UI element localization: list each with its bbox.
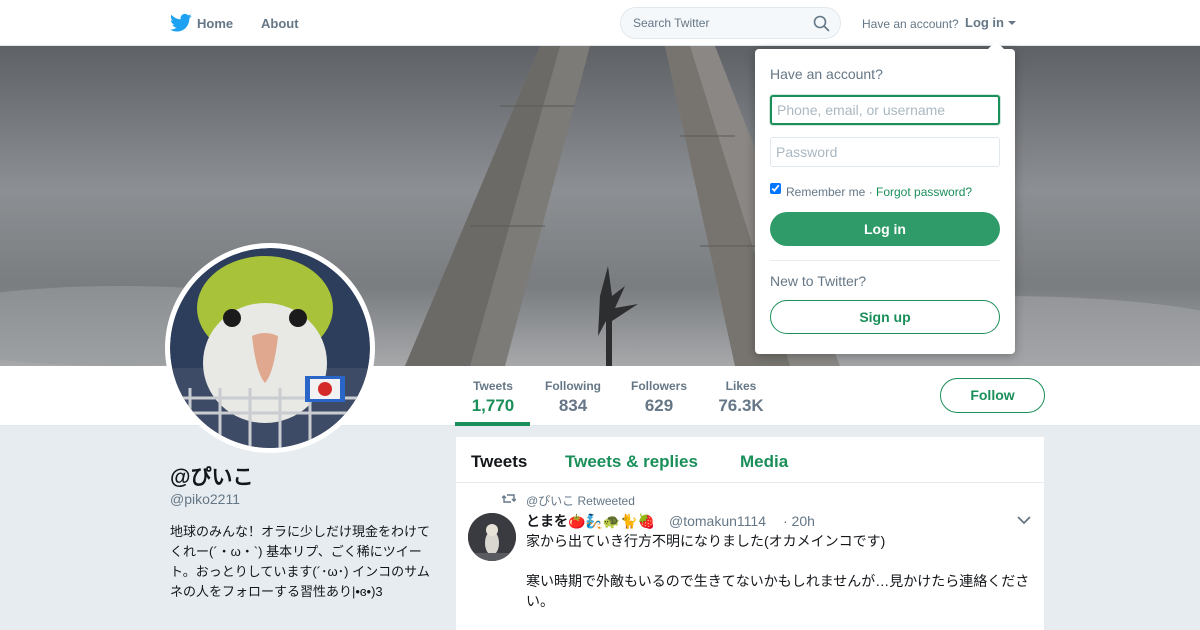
- stat-following[interactable]: Following 834: [544, 379, 602, 416]
- stat-label: Followers: [630, 379, 687, 393]
- stat-value: 1,770: [471, 396, 515, 415]
- nav-home-link[interactable]: Home: [197, 16, 233, 31]
- divider: [770, 260, 1000, 261]
- login-button[interactable]: Log in: [770, 212, 1000, 246]
- stat-value: 834: [558, 396, 588, 415]
- top-navigation: Home About Search Twitter Have an accoun…: [0, 0, 1200, 46]
- chevron-down-icon[interactable]: [1017, 516, 1031, 525]
- search-input[interactable]: Search Twitter: [620, 7, 841, 39]
- active-stat-underline: [455, 422, 530, 426]
- stat-value: 76.3K: [718, 396, 764, 415]
- dropdown-title: Have an account?: [770, 66, 883, 82]
- tab-tweets-replies[interactable]: Tweets & replies: [565, 452, 698, 472]
- tweet-text-line: 家から出ていき行方不明になりました(オカメインコです): [526, 533, 886, 549]
- stat-likes[interactable]: Likes 76.3K: [716, 379, 766, 416]
- stat-label: Tweets: [473, 379, 513, 393]
- stat-label: Likes: [725, 379, 757, 393]
- stat-tweets[interactable]: Tweets 1,770: [470, 379, 516, 416]
- stat-followers[interactable]: Followers 629: [629, 379, 689, 416]
- tweet-text: 家から出ていき行方不明になりました(オカメインコです) 寒い時期で外敵もいるので…: [526, 531, 1036, 611]
- forgot-password-link[interactable]: Forgot password?: [876, 185, 972, 199]
- stat-value: 629: [644, 396, 674, 415]
- remember-me-label[interactable]: Remember me ·: [786, 185, 873, 199]
- follow-button[interactable]: Follow: [940, 378, 1045, 413]
- tweet-timestamp[interactable]: · 20h: [783, 513, 815, 529]
- tab-media[interactable]: Media: [740, 452, 788, 472]
- remember-me-text: Remember me: [786, 185, 866, 199]
- profile-avatar[interactable]: [165, 243, 375, 453]
- new-to-twitter-text: New to Twitter?: [770, 273, 867, 289]
- tweet-avatar[interactable]: [468, 513, 516, 561]
- twitter-bird-icon[interactable]: [170, 13, 192, 33]
- password-field[interactable]: [770, 137, 1000, 167]
- retweeted-by-label[interactable]: @ぴいこ Retweeted: [526, 492, 635, 509]
- dropdown-arrow: [988, 41, 1004, 49]
- signup-button[interactable]: Sign up: [770, 300, 1000, 334]
- stat-label: Following: [545, 379, 601, 393]
- nav-login-link[interactable]: Log in: [965, 15, 1004, 30]
- username-field[interactable]: [770, 95, 1000, 125]
- tweet-author-handle[interactable]: @tomakun1114: [669, 513, 766, 529]
- chevron-down-icon[interactable]: [1008, 21, 1016, 25]
- remember-me-checkbox[interactable]: [770, 183, 781, 194]
- profile-handle: @piko2211: [170, 491, 240, 507]
- nav-about-link[interactable]: About: [261, 16, 299, 31]
- retweet-icon: [502, 494, 516, 503]
- search-icon[interactable]: [813, 15, 830, 32]
- login-dropdown: Have an account? Remember me · Forgot pa…: [755, 41, 1015, 354]
- profile-name: @ぴいこ: [170, 466, 254, 489]
- profile-bio: 地球のみんな！オラに少しだけ現金をわけてくれー(´・ω・`) 基本リプ、ごく稀に…: [170, 524, 431, 599]
- tab-tweets[interactable]: Tweets: [471, 452, 527, 472]
- timeline: Tweets Tweets & replies Media @ぴいこ Retwe…: [456, 437, 1044, 630]
- tweet-author-name[interactable]: とまを🍅🧞🐢🐈🍓: [526, 511, 655, 531]
- tweet-text-line: 寒い時期で外敵もいるので生きてないかもしれませんが…見かけたら連絡ください。: [526, 573, 1030, 609]
- have-account-text: Have an account?: [862, 17, 959, 31]
- timeline-tabs: Tweets Tweets & replies Media: [456, 437, 1044, 483]
- search-placeholder: Search Twitter: [633, 16, 710, 30]
